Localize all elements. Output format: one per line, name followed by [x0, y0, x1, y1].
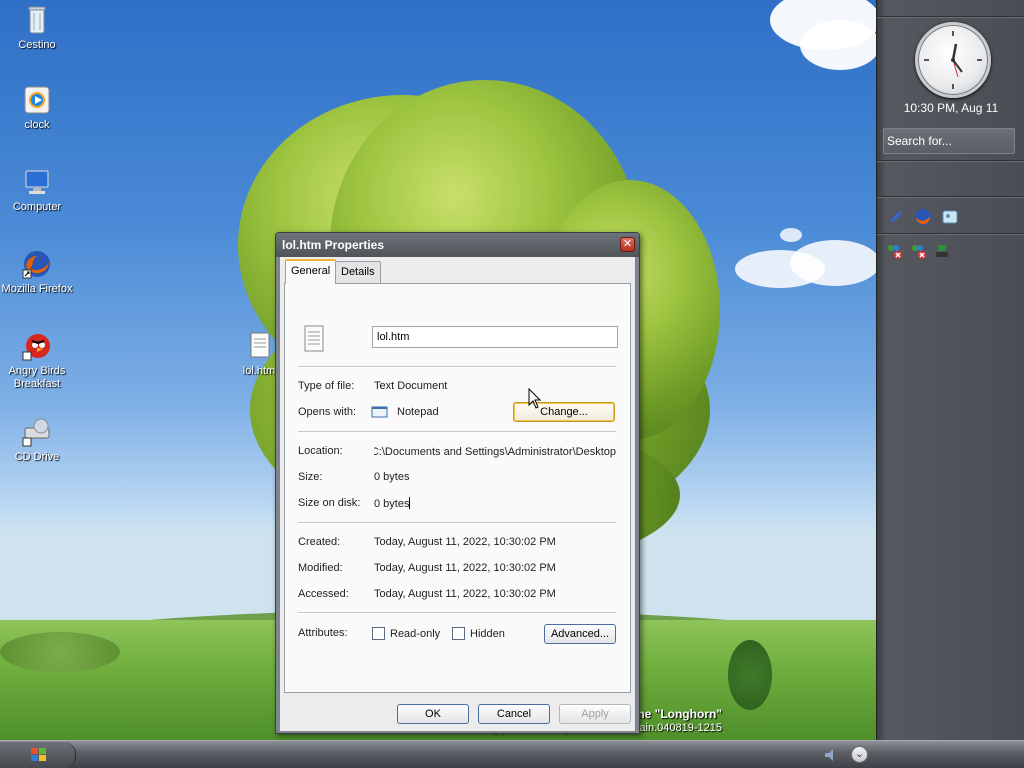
users-error-icon[interactable]	[909, 242, 927, 260]
desktop-icon-label: Mozilla Firefox	[1, 283, 73, 295]
windows-logo-icon	[31, 748, 46, 761]
divider	[298, 612, 616, 614]
created-value: Today, August 11, 2022, 10:30:02 PM	[374, 536, 556, 548]
desktop-icon-label: Angry Birds Breakfast	[8, 365, 66, 390]
ok-button[interactable]: OK	[397, 704, 469, 724]
desktop-icon-label: Cestino	[18, 39, 56, 51]
accessed-value: Today, August 11, 2022, 10:30:02 PM	[374, 588, 556, 600]
hidden-checkbox[interactable]	[452, 627, 465, 640]
recycle-bin-icon	[21, 4, 53, 36]
dialog-title: lol.htm Properties	[282, 238, 385, 252]
text-caret	[409, 497, 411, 509]
properties-dialog: lol.htm Properties ✕ General Details lol…	[275, 232, 640, 734]
network-icon[interactable]	[933, 242, 951, 260]
general-panel: lol.htm Type of file: Text Document Open…	[284, 283, 631, 693]
tab-details[interactable]: Details	[335, 261, 381, 283]
size-on-disk-value: 0 bytes	[374, 498, 410, 510]
desktop-icon-computer[interactable]: Computer	[0, 166, 74, 214]
desktop-icon-label: clock	[24, 119, 50, 131]
size-label: Size:	[298, 471, 323, 483]
mouse-cursor-icon	[528, 387, 542, 410]
size-value: 0 bytes	[374, 471, 410, 483]
firefox-icon	[21, 248, 53, 280]
location-value-clip: C:\Documents and Settings\Administrator\…	[374, 445, 616, 459]
sidebar: 10:30 PM, Aug 11 Search for...	[876, 0, 1024, 740]
taskbar: ⌄	[0, 740, 1024, 768]
divider	[298, 431, 616, 433]
desktop-icon-angry-birds[interactable]: Angry Birds Breakfast	[0, 330, 74, 391]
distant-tree	[0, 632, 120, 672]
notepad-icon	[371, 405, 389, 419]
modified-value: Today, August 11, 2022, 10:30:02 PM	[374, 562, 556, 574]
type-label: Type of file:	[298, 380, 355, 392]
firefox-icon[interactable]	[914, 208, 932, 226]
close-icon[interactable]: ✕	[620, 237, 635, 252]
volume-icon[interactable]	[824, 748, 840, 762]
cloud	[800, 20, 876, 70]
read-only-checkbox[interactable]	[372, 627, 385, 640]
desktop-icon-firefox[interactable]: Mozilla Firefox	[0, 248, 74, 296]
created-label: Created:	[298, 536, 341, 548]
apply-button[interactable]: Apply	[559, 704, 631, 724]
cancel-button[interactable]: Cancel	[478, 704, 550, 724]
clock-icon[interactable]	[915, 22, 991, 98]
sidebar-divider	[877, 160, 1024, 162]
opens-with-label: Opens with:	[298, 406, 357, 418]
desktop-icon-clock[interactable]: clock	[0, 84, 74, 132]
cloud	[780, 228, 802, 242]
accessed-label: Accessed:	[298, 588, 349, 600]
desktop-icon-cd-drive[interactable]: CD Drive	[0, 416, 74, 464]
clock-time: 10:30 PM, Aug 11	[903, 101, 999, 115]
users-error-icon[interactable]	[885, 242, 903, 260]
dialog-titlebar[interactable]: lol.htm Properties ✕	[276, 233, 639, 257]
divider	[298, 366, 616, 368]
desktop-icon-label: Computer	[12, 201, 62, 213]
hidden-label: Hidden	[470, 628, 505, 640]
advanced-button[interactable]: Advanced...	[544, 624, 616, 644]
text-file-icon	[243, 330, 275, 362]
photo-icon[interactable]	[941, 208, 959, 226]
opens-with-value: Notepad	[397, 406, 439, 418]
location-label: Location:	[298, 445, 343, 457]
chevron-down-icon[interactable]: ⌄	[851, 746, 868, 763]
attributes-label: Attributes:	[298, 627, 348, 639]
sidebar-divider	[877, 196, 1024, 198]
desktop-icon-label: CD Drive	[14, 451, 60, 463]
sidebar-divider	[877, 233, 1024, 235]
location-value: C:\Documents and Settings\Administrator\…	[374, 446, 616, 458]
sidebar-search-input[interactable]: Search for...	[883, 128, 1015, 154]
media-player-icon	[21, 84, 53, 116]
read-only-label: Read-only	[390, 628, 441, 640]
computer-icon	[21, 166, 53, 198]
distant-tree	[728, 640, 772, 710]
divider	[298, 522, 616, 524]
feather-icon[interactable]	[887, 208, 905, 226]
sidebar-divider	[877, 16, 1024, 18]
start-button[interactable]	[0, 742, 76, 768]
size-on-disk-row: 0 bytes	[374, 497, 411, 510]
text-file-icon	[303, 324, 327, 354]
cd-drive-icon	[21, 416, 53, 448]
modified-label: Modified:	[298, 562, 343, 574]
type-value: Text Document	[374, 380, 448, 392]
cloud	[790, 240, 876, 286]
tab-general[interactable]: General	[285, 259, 337, 284]
angry-birds-icon	[21, 330, 53, 362]
dialog-client: General Details lol.htm Type of file: Te…	[280, 257, 635, 731]
size-on-disk-label: Size on disk:	[298, 497, 361, 509]
file-name-field[interactable]: lol.htm	[372, 326, 618, 348]
desktop-icon-recycle-bin[interactable]: Cestino	[0, 4, 74, 52]
